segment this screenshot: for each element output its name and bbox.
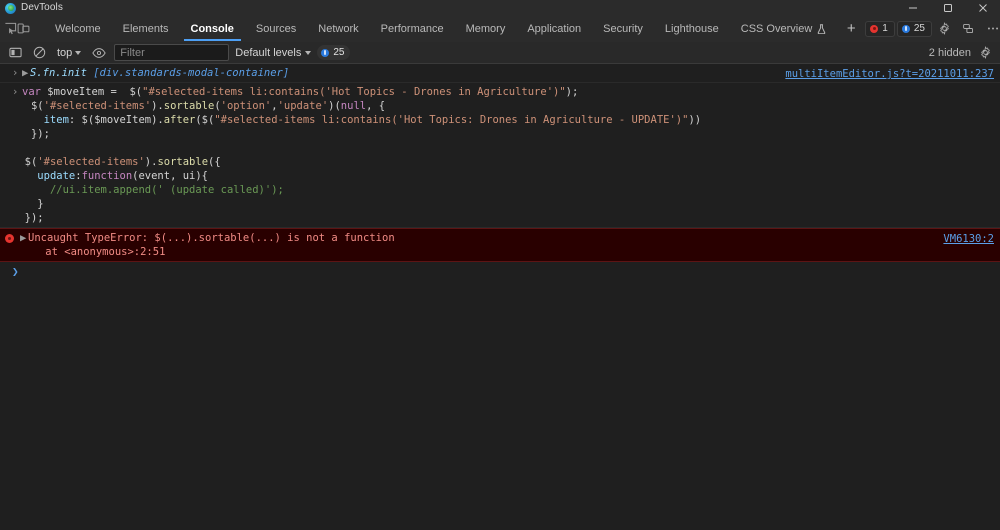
code-line: › var $moveItem = $("#selected-items li:c… <box>12 86 579 98</box>
tab-elements[interactable]: Elements <box>112 16 180 41</box>
code-line: $('#selected-items').sortable({ <box>24 156 221 168</box>
tab-bar-actions: 1 25 <box>865 16 1000 41</box>
console-settings-icon[interactable] <box>976 44 994 62</box>
live-expression-icon[interactable] <box>90 44 108 62</box>
title-bar: DevTools <box>0 0 1000 16</box>
filter-input[interactable] <box>114 44 230 61</box>
tab-console[interactable]: Console <box>180 16 245 41</box>
tab-memory[interactable]: Memory <box>455 16 517 41</box>
info-count-label: 25 <box>913 23 925 34</box>
error-message-line: ▶ Uncaught TypeError: $(...).sortable(...… <box>0 231 1000 245</box>
error-message: Uncaught TypeError: $(...).sortable(...)… <box>28 232 395 244</box>
tab-label: Console <box>190 22 234 35</box>
panel-tabs: Welcome Elements Console Sources Network… <box>44 16 865 41</box>
tab-label: Memory <box>465 22 506 35</box>
window-controls <box>895 0 1000 16</box>
console-output[interactable]: › ▶ S.fn.init [div.standards-modal-contain… <box>0 64 1000 530</box>
source-link[interactable]: multiItemEditor.js?t=20211011:237 <box>785 67 994 81</box>
code-line: //ui.item.append(' (update called)'); <box>49 184 284 196</box>
object-constructor-name: S.fn.init <box>30 67 87 79</box>
clear-console-icon[interactable] <box>30 44 48 62</box>
dock-side-icon[interactable] <box>958 19 980 39</box>
gear-icon[interactable] <box>934 19 956 39</box>
more-options-icon[interactable] <box>982 19 1000 39</box>
chevron-down-icon <box>75 50 82 55</box>
info-count-badge[interactable]: 25 <box>896 20 932 37</box>
prompt-chevron-icon: ❯ <box>12 265 19 278</box>
error-count-badge[interactable]: 1 <box>865 20 895 37</box>
device-toolbar-icon[interactable] <box>17 16 30 41</box>
tab-label: Network <box>318 22 359 35</box>
tab-css-overview[interactable]: CSS Overview <box>730 16 838 41</box>
error-icon <box>5 234 14 243</box>
message-count-label: 25 <box>333 47 345 58</box>
expand-arrow-icon[interactable]: ▶ <box>22 66 30 80</box>
devtools-icon <box>5 2 16 14</box>
console-row-object[interactable]: › ▶ S.fn.init [div.standards-modal-contain… <box>0 64 1000 83</box>
tab-label: Welcome <box>55 22 101 35</box>
tab-label: Security <box>603 22 643 35</box>
devtools-tab-bar: Welcome Elements Console Sources Network… <box>0 16 1000 42</box>
code-line: update:function(event, ui){ <box>37 170 208 182</box>
console-input-prompt[interactable]: ❯ <box>0 262 1000 282</box>
tab-label: Elements <box>122 22 169 35</box>
tab-welcome[interactable]: Welcome <box>44 16 112 41</box>
code-line: $('#selected-items').sortable('option','… <box>30 100 386 112</box>
beaker-icon <box>817 23 826 34</box>
tab-label: Performance <box>380 22 444 35</box>
message-count-pill[interactable]: 25 <box>317 45 351 60</box>
input-marker: › <box>12 86 19 98</box>
inspect-element-icon[interactable] <box>4 16 17 41</box>
result-marker: › <box>12 67 19 79</box>
add-panel-label: + <box>846 20 856 37</box>
error-source-link[interactable]: VM6130:2 <box>943 232 994 246</box>
log-level-label: Default levels <box>235 46 302 59</box>
tab-label: Sources <box>255 22 297 35</box>
code-line: item: $($moveItem).after($("#selected-it… <box>43 114 702 126</box>
object-preview: [div.standards-modal-container] <box>93 67 290 79</box>
tab-application[interactable]: Application <box>516 16 592 41</box>
info-dot-icon <box>321 48 330 57</box>
execution-context-selector[interactable]: top <box>54 45 84 61</box>
tab-lighthouse[interactable]: Lighthouse <box>654 16 730 41</box>
console-sidebar-icon[interactable] <box>6 44 24 62</box>
console-row-error[interactable]: ▶ Uncaught TypeError: $(...).sortable(...… <box>0 228 1000 262</box>
close-button[interactable] <box>965 0 1000 16</box>
code-line: }); <box>24 212 44 224</box>
console-toolbar: top Default levels 25 2 hidden <box>0 42 1000 64</box>
expand-arrow-icon[interactable]: ▶ <box>20 231 28 245</box>
hidden-messages-label: 2 hidden <box>928 46 971 59</box>
tab-sources[interactable]: Sources <box>245 16 307 41</box>
console-toolbar-right: 2 hidden <box>929 44 994 62</box>
add-panel-button[interactable]: + <box>837 16 865 41</box>
console-row-input[interactable]: › var $moveItem = $("#selected-items li:c… <box>0 83 1000 228</box>
code-line: } <box>37 198 44 210</box>
tab-label: Application <box>527 22 582 35</box>
chevron-down-icon <box>305 50 312 55</box>
info-dot-icon <box>901 24 910 33</box>
tab-label: Lighthouse <box>664 22 719 35</box>
tab-label: CSS Overview <box>740 22 813 35</box>
log-level-selector[interactable]: Default levels <box>235 46 312 59</box>
window-title: DevTools <box>21 2 63 13</box>
minimize-button[interactable] <box>895 0 930 16</box>
tab-security[interactable]: Security <box>592 16 654 41</box>
tab-performance[interactable]: Performance <box>370 16 455 41</box>
code-line: }); <box>30 128 50 140</box>
error-count-label: 1 <box>882 23 888 34</box>
tab-network[interactable]: Network <box>307 16 369 41</box>
error-dot-icon <box>870 24 879 33</box>
restore-button[interactable] <box>930 0 965 16</box>
execution-context-label: top <box>57 46 73 59</box>
error-stack-line: at <anonymous>:2:51 <box>20 246 166 258</box>
